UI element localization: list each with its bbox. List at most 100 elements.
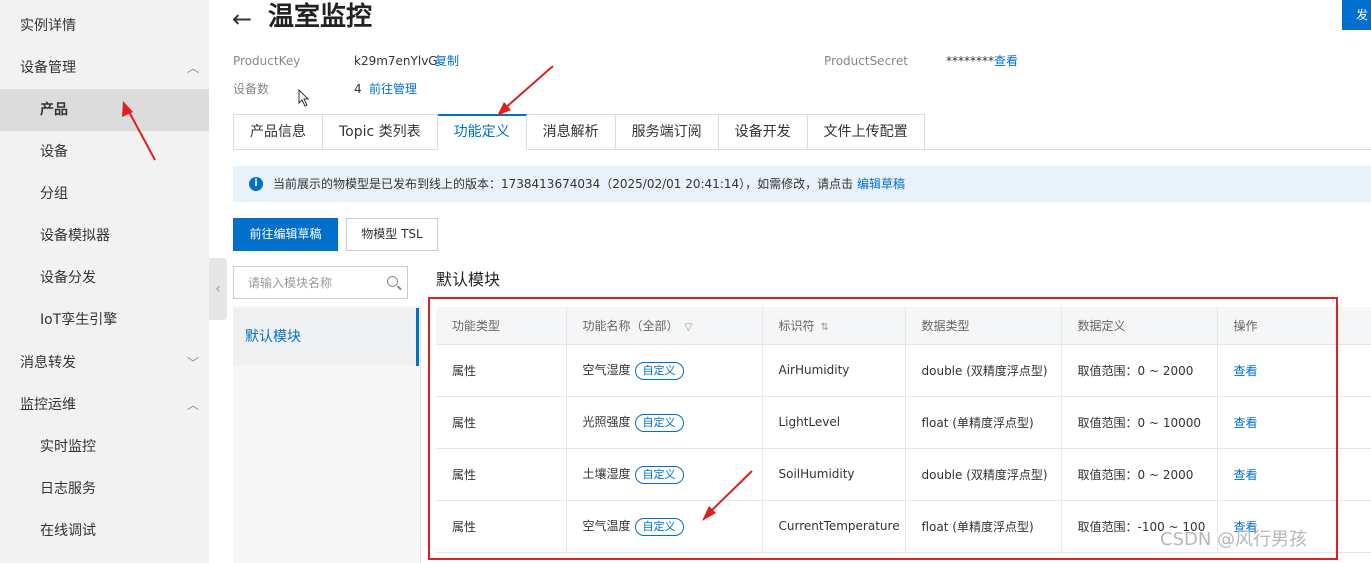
cell-name: 空气温度 自定义 bbox=[566, 500, 763, 553]
sidebar-item-label: 设备模拟器 bbox=[40, 228, 110, 244]
table-row: 属性 光照强度 自定义 LightLevel float (单精度浮点型) 取值范… bbox=[436, 396, 1371, 449]
sidebar-item-label: 实例详情 bbox=[20, 18, 76, 34]
cell-name: 光照强度 自定义 bbox=[566, 396, 763, 449]
sidebar-item-label: 消息转发 bbox=[20, 355, 76, 371]
cell-definition: 取值范围：0 ~ 2000 bbox=[1061, 448, 1218, 501]
tab-device-development[interactable]: 设备开发 bbox=[718, 114, 808, 150]
device-count-label: 设备数 bbox=[233, 82, 270, 96]
chevron-left-icon: ‹ bbox=[215, 281, 221, 297]
header-data-definition: 数据定义 bbox=[1061, 307, 1218, 345]
tab-message-parsing[interactable]: 消息解析 bbox=[526, 114, 616, 150]
publish-button[interactable]: 发 bbox=[1342, 0, 1371, 30]
sidebar-item-log-service[interactable]: 日志服务 bbox=[0, 468, 209, 510]
cell-action: 查看 bbox=[1217, 448, 1371, 501]
cell-datatype: float (单精度浮点型) bbox=[905, 396, 1062, 449]
sidebar-item-device-distribution[interactable]: 设备分发 bbox=[0, 257, 209, 299]
module-search-input[interactable] bbox=[234, 267, 374, 298]
sidebar-item-label: 设备管理 bbox=[20, 60, 76, 76]
tab-server-subscription[interactable]: 服务端订阅 bbox=[615, 114, 719, 150]
sidebar-item-online-debug[interactable]: 在线调试 bbox=[0, 510, 209, 552]
sidebar-item-label: 设备分发 bbox=[40, 270, 96, 286]
table-row: 属性 空气湿度 自定义 AirHumidity double (双精度浮点型) 取… bbox=[436, 344, 1371, 397]
cell-datatype: float (单精度浮点型) bbox=[905, 500, 1062, 553]
arrow-to-tab bbox=[502, 65, 554, 111]
search-icon[interactable] bbox=[387, 276, 398, 287]
function-name: 空气湿度 bbox=[582, 362, 631, 377]
info-banner: i 当前展示的物模型是已发布到线上的版本：1738413674034（2025/… bbox=[233, 166, 1371, 202]
sidebar-item-label: 分组 bbox=[40, 186, 68, 202]
tsl-button[interactable]: 物模型 TSL bbox=[346, 218, 438, 251]
sidebar-item-device-management[interactable]: 设备管理 ︿ bbox=[0, 47, 209, 89]
cell-definition: 取值范围：0 ~ 10000 bbox=[1061, 396, 1218, 449]
view-link[interactable]: 查看 bbox=[1234, 364, 1258, 378]
sidebar-item-product[interactable]: 产品 bbox=[0, 89, 209, 131]
cell-identifier: CurrentTemperature bbox=[762, 500, 906, 553]
sidebar-item-iot-twin-engine[interactable]: IoT孪生引擎 bbox=[0, 299, 209, 341]
sidebar-item-label: 实时监控 bbox=[40, 439, 96, 455]
header-label: 标识符 bbox=[778, 318, 815, 333]
module-item-default[interactable]: 默认模块 bbox=[233, 308, 419, 366]
table-row: 属性 土壤湿度 自定义 SoilHumidity double (双精度浮点型) … bbox=[436, 448, 1371, 501]
sidebar-item-message-forwarding[interactable]: 消息转发 ﹀ bbox=[0, 342, 209, 384]
cell-name: 空气湿度 自定义 bbox=[566, 344, 763, 397]
cell-action: 查看 bbox=[1217, 396, 1371, 449]
header-data-type: 数据类型 bbox=[905, 307, 1062, 345]
sidebar-item-device[interactable]: 设备 bbox=[0, 131, 209, 173]
header-identifier: 标识符 ⇅ bbox=[762, 307, 906, 345]
header-label: 功能名称（全部） bbox=[582, 318, 679, 333]
cell-identifier: AirHumidity bbox=[762, 344, 906, 397]
custom-badge: 自定义 bbox=[634, 361, 684, 380]
header-function-name: 功能名称（全部） ▽ bbox=[566, 307, 763, 345]
sidebar-item-label: 设备 bbox=[40, 144, 68, 160]
sidebar: 实例详情 设备管理 ︿ 产品 设备 分组 设备模拟器 设备分发 IoT孪生引擎 消… bbox=[0, 0, 209, 563]
chevron-up-icon: ︿ bbox=[186, 61, 199, 75]
cell-type: 属性 bbox=[436, 500, 567, 553]
sidebar-item-instance-detail[interactable]: 实例详情 bbox=[0, 5, 209, 47]
tab-function-definition[interactable]: 功能定义 bbox=[437, 114, 527, 150]
sidebar-item-device-simulator[interactable]: 设备模拟器 bbox=[0, 215, 209, 257]
sidebar-item-realtime-monitoring[interactable]: 实时监控 bbox=[0, 426, 209, 468]
view-secret-link[interactable]: 查看 bbox=[994, 53, 1018, 69]
function-table: 功能类型 功能名称（全部） ▽ 标识符 ⇅ 数据类型 数据定义 操作 属性 空气湿度… bbox=[436, 307, 1371, 563]
chevron-down-icon: ﹀ bbox=[186, 356, 199, 370]
tab-product-info[interactable]: 产品信息 bbox=[233, 114, 323, 150]
manage-devices-link[interactable]: 前往管理 bbox=[369, 81, 417, 97]
tab-topic-list[interactable]: Topic 类列表 bbox=[323, 114, 438, 150]
cell-definition: 取值范围：0 ~ 2000 bbox=[1061, 344, 1218, 397]
page-title: 温室监控 bbox=[268, 2, 373, 32]
custom-badge: 自定义 bbox=[634, 413, 684, 432]
header-label: 功能类型 bbox=[452, 318, 501, 333]
custom-badge: 自定义 bbox=[634, 465, 684, 484]
back-arrow-icon[interactable]: ← bbox=[232, 2, 252, 36]
cell-type: 属性 bbox=[436, 344, 567, 397]
sidebar-item-label: 在线调试 bbox=[40, 523, 96, 539]
edit-draft-link[interactable]: 编辑草稿 bbox=[857, 177, 905, 191]
sidebar-item-group[interactable]: 分组 bbox=[0, 173, 209, 215]
device-count-value: 4 bbox=[354, 82, 362, 96]
filter-icon[interactable]: ▽ bbox=[685, 322, 693, 333]
chevron-up-icon: ︿ bbox=[186, 398, 199, 412]
header-label: 数据类型 bbox=[921, 318, 970, 333]
header-label: 操作 bbox=[1233, 318, 1258, 333]
function-name: 土壤湿度 bbox=[582, 466, 631, 481]
view-link[interactable]: 查看 bbox=[1234, 416, 1258, 430]
function-name: 光照强度 bbox=[582, 414, 631, 429]
sidebar-item-label: IoT孪生引擎 bbox=[40, 312, 118, 328]
cell-type: 属性 bbox=[436, 396, 567, 449]
tab-file-upload-config[interactable]: 文件上传配置 bbox=[807, 114, 925, 150]
sort-icon[interactable]: ⇅ bbox=[821, 322, 829, 333]
edit-draft-button[interactable]: 前往编辑草稿 bbox=[233, 218, 338, 251]
module-divider bbox=[420, 306, 421, 563]
product-key-label: ProductKey bbox=[233, 54, 301, 68]
info-text: 当前展示的物模型是已发布到线上的版本：1738413674034（2025/02… bbox=[273, 177, 854, 191]
sidebar-item-monitoring-ops[interactable]: 监控运维 ︿ bbox=[0, 384, 209, 426]
cell-identifier: LightLevel bbox=[762, 396, 906, 449]
header-label: 数据定义 bbox=[1077, 318, 1126, 333]
product-key-value: k29m7enYlvG bbox=[354, 54, 438, 68]
sidebar-item-label: 产品 bbox=[40, 102, 68, 118]
copy-link[interactable]: 复制 bbox=[435, 53, 459, 69]
view-link[interactable]: 查看 bbox=[1234, 468, 1258, 482]
watermark: CSDN @风行男孩 bbox=[1160, 529, 1308, 550]
cell-datatype: double (双精度浮点型) bbox=[905, 448, 1062, 501]
sidebar-collapse-handle[interactable]: ‹ bbox=[209, 258, 227, 320]
